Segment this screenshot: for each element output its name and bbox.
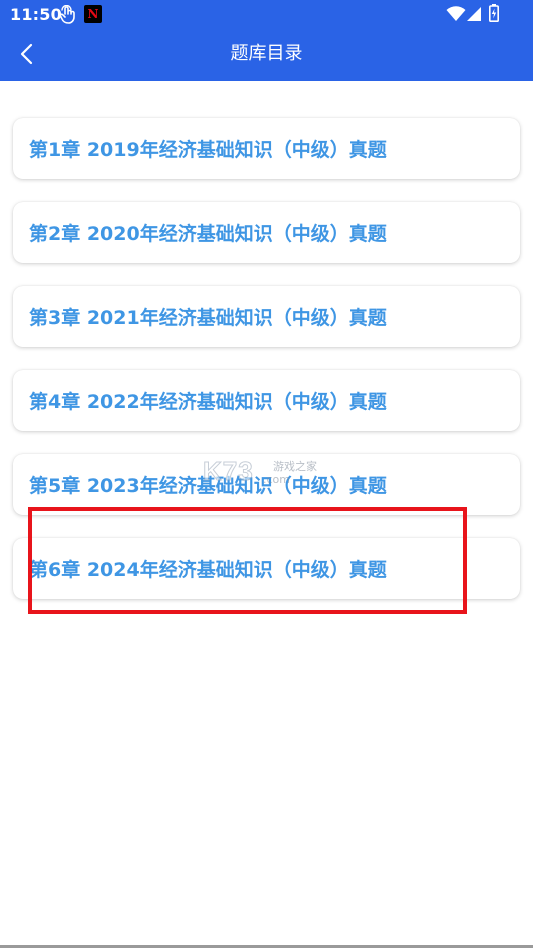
chapter-item-4[interactable]: 第4章 2022年经济基础知识（中级）真题 (13, 370, 520, 431)
chapter-item-5[interactable]: 第5章 2023年经济基础知识（中级）真题 (13, 454, 520, 515)
gesture-icon (59, 5, 75, 24)
status-bar: 11:50 N (0, 0, 533, 30)
chapter-item-2[interactable]: 第2章 2020年经济基础知识（中级）真题 (13, 202, 520, 263)
chapter-label: 第6章 2024年经济基础知识（中级）真题 (29, 559, 387, 581)
chapter-item-1[interactable]: 第1章 2019年经济基础知识（中级）真题 (13, 118, 520, 179)
chapter-list: 第1章 2019年经济基础知识（中级）真题 第2章 2020年经济基础知识（中级… (13, 118, 520, 622)
chapter-label: 第4章 2022年经济基础知识（中级）真题 (29, 391, 387, 413)
wifi-icon (446, 6, 466, 21)
chapter-label: 第5章 2023年经济基础知识（中级）真题 (29, 475, 387, 497)
chapter-label: 第2章 2020年经济基础知识（中级）真题 (29, 223, 387, 245)
chapter-label: 第3章 2021年经济基础知识（中级）真题 (29, 307, 387, 329)
app-bar: 11:50 N 题库目录 (0, 0, 533, 81)
netflix-icon: N (84, 5, 102, 23)
chapter-item-6[interactable]: 第6章 2024年经济基础知识（中级）真题 (13, 538, 520, 599)
battery-icon (489, 4, 499, 22)
chapter-item-3[interactable]: 第3章 2021年经济基础知识（中级）真题 (13, 286, 520, 347)
signal-icon (467, 7, 481, 21)
page-title: 题库目录 (230, 43, 303, 64)
status-time: 11:50 (10, 5, 62, 24)
chapter-label: 第1章 2019年经济基础知识（中级）真题 (29, 139, 387, 161)
